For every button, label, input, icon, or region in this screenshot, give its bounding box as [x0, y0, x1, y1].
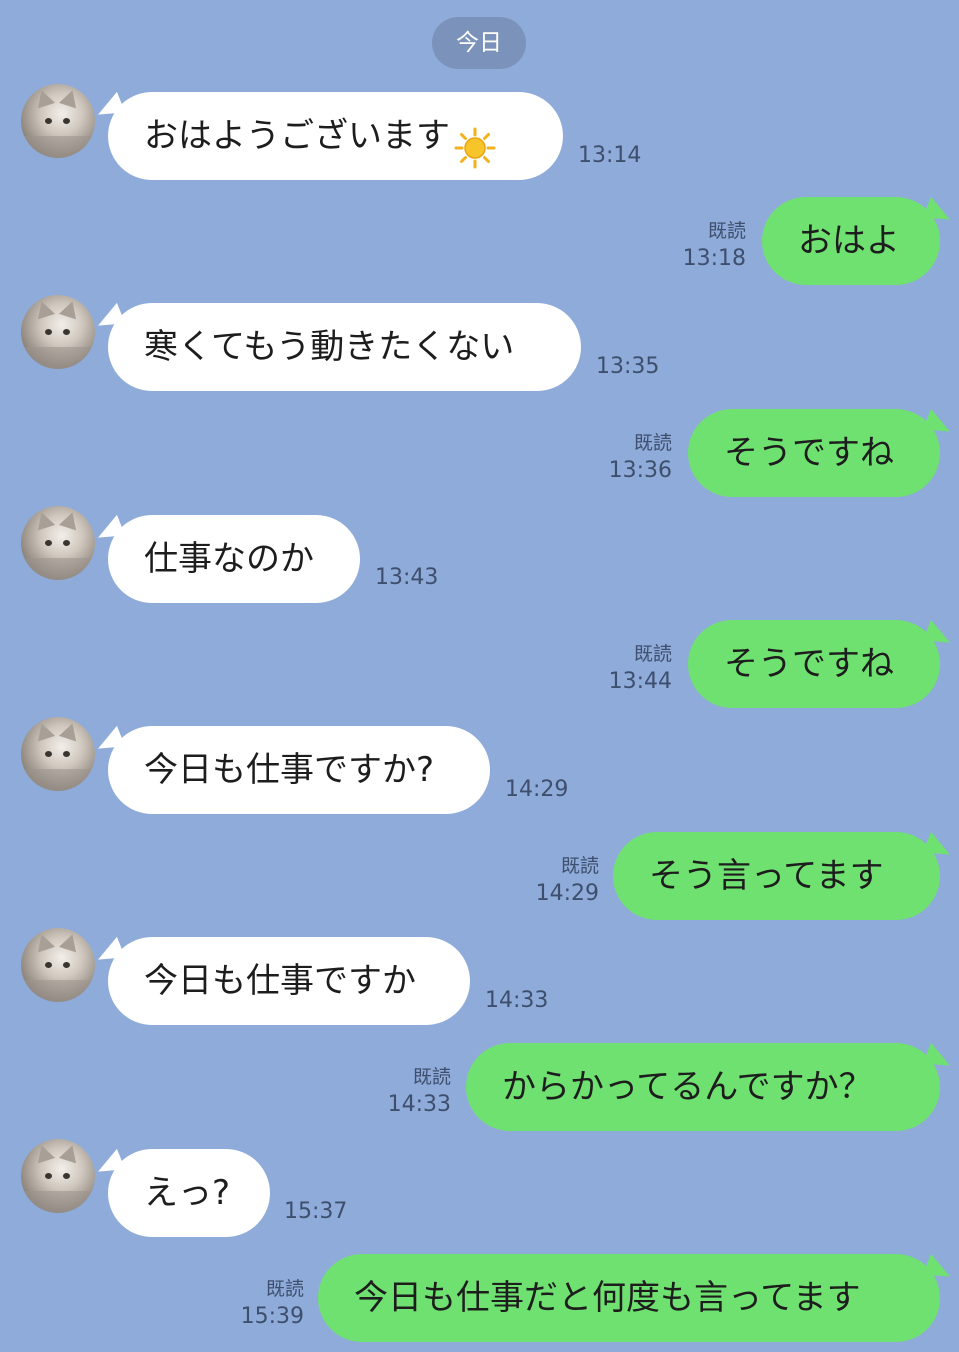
sender-avatar[interactable]: [21, 506, 95, 580]
message-time: 14:29: [505, 777, 569, 802]
message-bubble-outgoing[interactable]: おはよ: [762, 196, 956, 285]
message-text: おはよ: [798, 221, 900, 261]
message-bubble-incoming[interactable]: おはようございます: [92, 91, 563, 180]
sender-avatar[interactable]: [21, 295, 95, 369]
message-time: 13:36: [608, 458, 672, 483]
message-bubble-outgoing[interactable]: 今日も仕事だと何度も言ってます: [318, 1253, 956, 1342]
message-time: 15:39: [240, 1304, 304, 1329]
bubble-tail: [92, 936, 126, 968]
bubble-tail: [922, 196, 956, 228]
message-text: 今日も仕事ですか: [144, 961, 416, 1001]
message-time: 13:44: [608, 669, 672, 694]
read-receipt: 既読: [633, 432, 672, 454]
message-text: おはようございます: [144, 116, 450, 156]
read-receipt: 既読: [265, 1278, 304, 1300]
message-text: からかってるんですか？: [502, 1067, 873, 1107]
message-text: 寒くてもう動きたくない: [144, 327, 515, 367]
message-bubble-incoming[interactable]: 寒くてもう動きたくない: [92, 302, 581, 391]
message-bubble-incoming[interactable]: 今日も仕事ですか?: [92, 725, 490, 814]
message-text: えっ?: [144, 1173, 231, 1213]
message-meta: 既読 13:36: [609, 430, 672, 486]
message-time: 15:37: [284, 1199, 348, 1224]
bubble-tail: [92, 1148, 126, 1180]
message-time: 13:18: [682, 246, 746, 271]
message-time: 14:33: [387, 1092, 451, 1117]
bubble-tail: [922, 408, 956, 440]
message-bubble-outgoing[interactable]: そうですね: [688, 619, 956, 708]
message-time: 13:43: [375, 565, 439, 590]
message-text: そうですね: [724, 644, 894, 684]
bubble-tail: [922, 619, 956, 651]
bubble-tail: [92, 302, 126, 334]
message-text: 今日も仕事ですか?: [144, 750, 435, 790]
sender-avatar[interactable]: [21, 84, 95, 158]
message-bubble-incoming[interactable]: えっ?: [92, 1148, 270, 1237]
read-receipt: 既読: [412, 1066, 451, 1088]
sender-avatar[interactable]: [21, 1139, 95, 1213]
chat-window[interactable]: 今日 おはようございます 13:14 既読 13:18 おはよ 寒くてもう動きた…: [0, 0, 959, 1352]
message-text: 仕事なのか: [144, 539, 314, 579]
message-meta: 既読 14:29: [536, 853, 599, 909]
bubble-tail: [922, 1042, 956, 1074]
message-bubble-outgoing[interactable]: そう言ってます: [613, 831, 956, 920]
message-bubble-incoming[interactable]: 仕事なのか: [92, 514, 360, 603]
message-meta: 既読 13:44: [609, 641, 672, 697]
read-receipt: 既読: [633, 643, 672, 665]
sender-avatar[interactable]: [21, 717, 95, 791]
message-bubble-incoming[interactable]: 今日も仕事ですか: [92, 936, 470, 1025]
message-meta: 既読 14:33: [388, 1064, 451, 1120]
message-time: 13:35: [596, 354, 660, 379]
bubble-tail: [922, 1253, 956, 1285]
message-time: 14:29: [535, 881, 599, 906]
read-receipt: 既読: [707, 220, 746, 242]
message-time: 14:33: [485, 988, 549, 1013]
message-bubble-outgoing[interactable]: からかってるんですか？: [466, 1042, 956, 1131]
sun-icon: [454, 114, 496, 168]
bubble-tail: [92, 725, 126, 757]
message-text: そうですね: [724, 433, 894, 473]
bubble-tail: [92, 514, 126, 546]
message-meta: 既読 13:18: [683, 218, 746, 274]
message-time: 13:14: [578, 143, 642, 168]
message-bubble-outgoing[interactable]: そうですね: [688, 408, 956, 497]
message-meta: 既読 15:39: [241, 1276, 304, 1332]
sender-avatar[interactable]: [21, 928, 95, 1002]
date-separator: 今日: [432, 17, 526, 69]
message-text: そう言ってます: [649, 856, 884, 896]
bubble-tail: [92, 91, 126, 123]
bubble-tail: [922, 831, 956, 863]
message-text: 今日も仕事だと何度も言ってます: [354, 1278, 861, 1318]
read-receipt: 既読: [560, 855, 599, 877]
